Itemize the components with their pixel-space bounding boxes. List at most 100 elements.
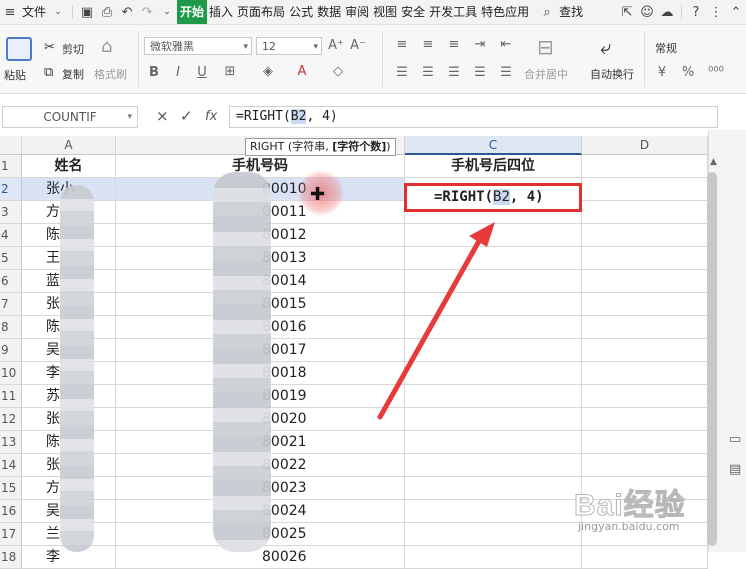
format-painter-icon[interactable]: ⌂ (101, 36, 112, 57)
row-header[interactable]: 2 (0, 178, 22, 201)
more-icon[interactable]: ⌄ (157, 7, 177, 17)
formula-input[interactable]: =RIGHT(B2, 4) (229, 106, 718, 128)
table-cell[interactable] (405, 339, 582, 362)
tab-view[interactable]: 视图 (371, 0, 399, 24)
font-color-icon[interactable]: A (294, 64, 310, 79)
table-cell[interactable] (582, 408, 708, 431)
table-cell[interactable] (582, 431, 708, 454)
copy-button[interactable]: 复制 (62, 66, 84, 82)
table-cell[interactable] (405, 385, 582, 408)
table-cell[interactable] (582, 454, 708, 477)
underline-icon[interactable]: U (194, 65, 210, 80)
undo-icon[interactable]: ↶ (117, 5, 137, 20)
row-header[interactable]: 8 (0, 316, 22, 339)
row-header[interactable]: 15 (0, 477, 22, 500)
table-cell[interactable] (582, 247, 708, 270)
table-cell[interactable] (405, 270, 582, 293)
percent-icon[interactable]: % (680, 65, 696, 80)
paste-icon[interactable] (6, 37, 32, 61)
fx-icon[interactable]: fx (205, 109, 217, 124)
increase-font-icon[interactable]: A⁺ (328, 38, 344, 53)
font-name-select[interactable]: 微软雅黑 ▾ (144, 37, 252, 55)
clear-format-icon[interactable]: ◇ (330, 64, 346, 79)
currency-icon[interactable]: ¥ (654, 65, 670, 80)
align-top-icon[interactable]: ≡ (394, 37, 410, 52)
more-options-icon[interactable]: ⋮ (706, 5, 726, 20)
align-bottom-icon[interactable]: ≡ (446, 37, 462, 52)
row-header[interactable]: 14 (0, 454, 22, 477)
row-header[interactable]: 17 (0, 523, 22, 546)
format-painter-button[interactable]: 格式刷 (94, 66, 127, 82)
decrease-font-icon[interactable]: A⁻ (350, 38, 366, 53)
table-cell[interactable] (582, 178, 708, 201)
row-header[interactable]: 6 (0, 270, 22, 293)
side-panel-icon-2[interactable]: ▤ (729, 462, 741, 477)
column-header-a[interactable]: A (22, 136, 116, 155)
column-header-c[interactable]: C (405, 136, 582, 155)
cancel-icon[interactable]: × (156, 107, 169, 125)
save-icon[interactable]: ▣ (77, 5, 97, 20)
number-format-select[interactable]: 常规 (655, 40, 677, 56)
table-cell[interactable] (405, 293, 582, 316)
collapse-ribbon-icon[interactable]: ⌃ (726, 5, 746, 20)
collaborate-icon[interactable]: ☺ (637, 5, 657, 20)
table-cell[interactable] (405, 546, 582, 569)
table-cell[interactable] (405, 454, 582, 477)
table-cell[interactable] (582, 201, 708, 224)
table-cell[interactable] (582, 270, 708, 293)
row-header[interactable]: 12 (0, 408, 22, 431)
cloud-icon[interactable]: ☁ (657, 5, 677, 20)
table-cell[interactable] (405, 224, 582, 247)
column-header-d[interactable]: D (582, 136, 708, 155)
paste-button[interactable]: 粘贴 (4, 67, 26, 83)
wrap-text-button[interactable]: 自动换行 (590, 66, 634, 82)
chevron-down-icon[interactable]: ⌄ (48, 7, 68, 17)
row-header[interactable]: 11 (0, 385, 22, 408)
table-cell[interactable] (405, 247, 582, 270)
select-all-corner[interactable] (0, 136, 22, 155)
table-cell[interactable] (405, 316, 582, 339)
row-header[interactable]: 7 (0, 293, 22, 316)
help-icon[interactable]: ? (686, 5, 706, 20)
tab-insert[interactable]: 插入 (207, 0, 235, 24)
table-cell[interactable] (405, 431, 582, 454)
tab-data[interactable]: 数据 (315, 0, 343, 24)
print-preview-icon[interactable]: ⎙ (97, 5, 117, 20)
header-cell[interactable] (582, 155, 708, 178)
table-cell[interactable] (405, 408, 582, 431)
distribute-icon[interactable]: ☰ (498, 65, 514, 80)
row-header[interactable]: 13 (0, 431, 22, 454)
scroll-up-icon[interactable]: ▲ (710, 157, 717, 167)
align-right-icon[interactable]: ☰ (446, 65, 462, 80)
search-button[interactable]: 查找 (557, 0, 585, 24)
align-center-icon[interactable]: ☰ (420, 65, 436, 80)
cut-button[interactable]: 剪切 (62, 41, 84, 57)
tab-security[interactable]: 安全 (399, 0, 427, 24)
header-cell[interactable]: 手机号后四位 (405, 155, 582, 178)
row-header[interactable]: 3 (0, 201, 22, 224)
confirm-icon[interactable]: ✓ (180, 107, 193, 125)
indent-icon[interactable]: ⇥ (472, 37, 488, 52)
table-cell[interactable] (582, 385, 708, 408)
tab-home[interactable]: 开始 (177, 0, 208, 24)
name-box[interactable]: COUNTIF ▾ (2, 106, 138, 128)
header-cell[interactable]: 姓名 (22, 155, 116, 178)
table-cell[interactable] (405, 500, 582, 523)
wrap-text-icon[interactable]: ⤶ (600, 35, 611, 59)
table-cell[interactable] (405, 362, 582, 385)
tab-review[interactable]: 审阅 (343, 0, 371, 24)
tab-features[interactable]: 特色应用 (479, 0, 531, 24)
italic-icon[interactable]: I (170, 65, 186, 80)
search-icon[interactable]: ⌕ (537, 5, 557, 20)
table-cell[interactable] (582, 293, 708, 316)
tab-formulas[interactable]: 公式 (287, 0, 315, 24)
bold-icon[interactable]: B (146, 65, 162, 80)
row-header[interactable]: 4 (0, 224, 22, 247)
table-cell[interactable] (582, 339, 708, 362)
merge-center-icon[interactable]: ⊟ (537, 35, 554, 59)
side-panel-icon[interactable]: ▭ (729, 432, 741, 447)
row-header[interactable]: 16 (0, 500, 22, 523)
menu-file[interactable]: 文件 (20, 0, 48, 24)
fill-color-icon[interactable]: ◈ (260, 64, 276, 79)
justify-icon[interactable]: ☰ (472, 65, 488, 80)
